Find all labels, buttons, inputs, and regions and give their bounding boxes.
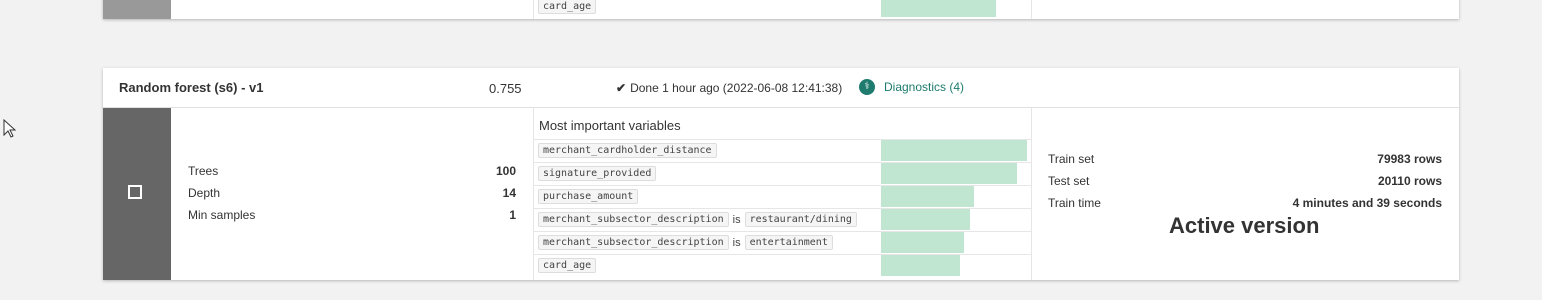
stat-row: Train set 79983 rows (1048, 152, 1442, 174)
stat-label: Test set (1048, 174, 1090, 188)
importance-bar (881, 255, 960, 276)
variable-row: merchant_cardholder_distance (534, 139, 1031, 162)
param-value: 14 (502, 186, 516, 200)
param-row: Min samples 1 (188, 208, 516, 230)
variable-row: merchant_subsector_description is restaura… (534, 208, 1031, 231)
param-value: 1 (509, 208, 516, 222)
importance-bar (881, 232, 964, 253)
variable-row: signature_provided (534, 162, 1031, 185)
variable-tag: signature_provided (538, 166, 657, 181)
diagnostics-label: Diagnostics (4) (884, 80, 965, 94)
variable-operator: is (732, 236, 741, 249)
variable-row: card_age (534, 0, 1031, 19)
previous-model-card: card_age (103, 0, 1459, 19)
stethoscope-icon: ⚕ (859, 79, 875, 95)
stat-label: Train time (1048, 196, 1101, 210)
variable-tag: merchant_subsector_description (538, 212, 729, 227)
variable-row: merchant_subsector_description is entertai… (534, 231, 1031, 254)
model-header: Random forest (s6) - v1 0.755 ✔ Done 1 ho… (103, 68, 1459, 108)
training-stats: Train set 79983 rows Test set 20110 rows T… (1048, 152, 1442, 218)
variables-title: Most important variables (539, 118, 681, 133)
variable-row: purchase_amount (534, 185, 1031, 208)
active-version-label: Active version (1169, 213, 1320, 238)
previous-selection-strip[interactable] (103, 0, 171, 19)
variable-row: card_age (534, 254, 1031, 277)
stat-row: Test set 20110 rows (1048, 174, 1442, 196)
param-value: 100 (495, 164, 516, 178)
param-row: Depth 14 (188, 186, 516, 208)
select-checkbox[interactable] (128, 185, 142, 199)
selection-strip[interactable] (103, 108, 171, 280)
variable-value-tag: entertainment (744, 235, 833, 250)
variables-panel: Most important variables merchant_cardho… (533, 108, 1032, 280)
model-card: Random forest (s6) - v1 0.755 ✔ Done 1 ho… (103, 68, 1459, 280)
variable-tag: card_age (538, 0, 597, 14)
stat-label: Train set (1048, 152, 1095, 166)
stat-value: 20110 rows (1377, 174, 1442, 188)
importance-bar (881, 209, 970, 230)
importance-bar (881, 140, 1027, 161)
variable-tag: merchant_subsector_description (538, 235, 729, 250)
variable-operator: is (732, 213, 741, 226)
importance-bar (881, 163, 1017, 184)
variable-tag: merchant_cardholder_distance (538, 143, 717, 158)
status-text: Done 1 hour ago (2022-06-08 12:41:38) (630, 81, 843, 95)
param-label: Depth (188, 186, 221, 200)
stat-value: 79983 rows (1377, 152, 1442, 166)
hyperparameters: Trees 100 Depth 14 Min samples 1 (188, 164, 516, 230)
model-title[interactable]: Random forest (s6) - v1 (119, 80, 263, 95)
variable-tag: card_age (538, 258, 597, 273)
variable-value-tag: restaurant/dining (744, 212, 857, 227)
param-row: Trees 100 (188, 164, 516, 186)
training-status: ✔ Done 1 hour ago (2022-06-08 12:41:38) (616, 81, 842, 95)
mouse-cursor-icon (3, 119, 17, 138)
diagnostics-link[interactable]: ⚕ Diagnostics (4) (859, 79, 964, 95)
param-label: Min samples (188, 208, 256, 222)
model-score: 0.755 (489, 81, 522, 96)
variable-tag: purchase_amount (538, 189, 639, 204)
check-icon: ✔ (616, 81, 627, 95)
param-label: Trees (188, 164, 219, 178)
importance-bar (881, 186, 974, 207)
previous-variables-panel: card_age (533, 0, 1032, 19)
importance-bar (881, 0, 996, 17)
